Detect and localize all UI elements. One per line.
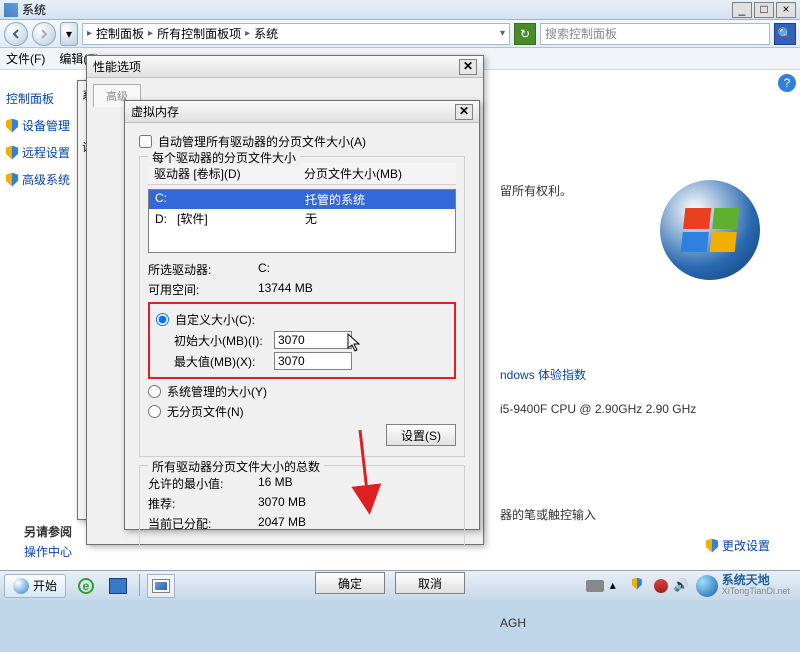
search-button[interactable]: 🔍 [774, 23, 796, 45]
search-placeholder: 搜索控制面板 [545, 25, 617, 42]
action-center-link[interactable]: 操作中心 [24, 543, 72, 560]
main-window-titlebar: 系统 _ □ × [0, 0, 800, 20]
drive-header-size: 分页文件大小(MB) [298, 163, 408, 184]
breadcrumb-seg[interactable]: 所有控制面板项 [155, 25, 243, 42]
system-icon [4, 3, 18, 17]
perf-dialog-close[interactable]: ✕ [459, 59, 477, 75]
chevron-icon: ▸ [245, 28, 250, 39]
max-size-label: 最大值(MB)(X): [174, 353, 274, 370]
menu-file[interactable]: 文件(F) [6, 50, 45, 67]
custom-size-label: 自定义大小(C): [175, 311, 255, 328]
start-orb-icon [13, 578, 29, 594]
sidelink-device-manager[interactable]: 设备管理 [6, 117, 84, 134]
recommended-value: 3070 MB [258, 495, 306, 512]
close-button[interactable]: × [776, 2, 796, 18]
globe-icon [696, 575, 718, 597]
system-managed-radio[interactable] [148, 385, 161, 398]
start-label: 开始 [33, 577, 57, 594]
drive-row[interactable]: C: 托管的系统 [149, 190, 455, 209]
selected-drive-label: 所选驱动器: [148, 261, 258, 278]
recommended-label: 推荐: [148, 495, 258, 512]
navigation-bar: ▾ ▸ 控制面板 ▸ 所有控制面板项 ▸ 系统 ▾ ↻ 搜索控制面板 🔍 [0, 20, 800, 48]
auto-manage-label: 自动管理所有驱动器的分页文件大小(A) [158, 133, 366, 150]
tray-network-icon[interactable] [654, 579, 668, 593]
vm-cancel-button[interactable]: 取消 [395, 572, 465, 594]
totals-group-label: 所有驱动器分页文件大小的总数 [148, 458, 324, 475]
minimize-button[interactable]: _ [732, 2, 752, 18]
tray-keyboard-icon[interactable] [586, 580, 604, 592]
auto-manage-checkbox[interactable] [139, 135, 152, 148]
agh-text: AGH [500, 616, 696, 634]
drive-list[interactable]: C: 托管的系统 D: [软件] 无 [148, 189, 456, 253]
wei-text: ndows 体验指数 [500, 366, 696, 384]
current-alloc-value: 2047 MB [258, 515, 306, 532]
main-window-title: 系统 [22, 1, 732, 18]
vm-dialog-title: 虚拟内存 [131, 103, 455, 120]
chevron-down-icon[interactable]: ▾ [500, 28, 505, 39]
virtual-memory-dialog: 虚拟内存 ✕ 自动管理所有驱动器的分页文件大小(A) 每个驱动器的分页文件大小 … [124, 100, 480, 530]
max-size-input[interactable] [274, 352, 352, 370]
sidelink-control-panel[interactable]: 控制面板 [6, 90, 84, 107]
drive-row[interactable]: D: [软件] 无 [149, 209, 455, 228]
shield-icon [6, 173, 18, 187]
perf-dialog-titlebar: 性能选项 ✕ [87, 56, 483, 78]
vm-ok-button[interactable]: 确定 [315, 572, 385, 594]
forward-button[interactable] [32, 22, 56, 46]
tray-volume-icon[interactable]: 🔊 [674, 578, 690, 594]
drive-header-drive: 驱动器 [卷标](D) [148, 163, 298, 184]
system-tray: ▴ 🔊 系统天地 XiTongTianDi.net [586, 575, 796, 597]
history-dropdown[interactable]: ▾ [60, 22, 78, 46]
back-button[interactable] [4, 22, 28, 46]
pen-text: 器的笔或触控输入 [500, 506, 696, 524]
shield-icon [706, 539, 718, 553]
selected-drive-value: C: [258, 261, 270, 278]
system-managed-label: 系统管理的大小(Y) [167, 383, 267, 400]
min-allowed-label: 允许的最小值: [148, 475, 258, 492]
initial-size-input[interactable] [274, 331, 352, 349]
custom-size-highlight: 自定义大小(C): 初始大小(MB)(I): 最大值(MB)(X): [148, 302, 456, 379]
breadcrumb[interactable]: ▸ 控制面板 ▸ 所有控制面板项 ▸ 系统 ▾ [82, 23, 510, 45]
initial-size-label: 初始大小(MB)(I): [174, 332, 274, 349]
watermark-brand: 系统天地 XiTongTianDi.net [696, 575, 790, 597]
breadcrumb-seg[interactable]: 控制面板 [94, 25, 146, 42]
taskbar-browser-icon[interactable]: e [72, 574, 100, 598]
current-alloc-label: 当前已分配: [148, 515, 258, 532]
change-settings-link[interactable]: 更改设置 [706, 537, 770, 554]
min-allowed-value: 16 MB [258, 475, 293, 492]
sidelink-advanced-system[interactable]: 高级系统 [6, 171, 84, 188]
sidelink-remote-settings[interactable]: 远程设置 [6, 144, 84, 161]
see-also-heading: 另请参阅 [24, 523, 72, 540]
drives-group-label: 每个驱动器的分页文件大小 [148, 149, 300, 166]
set-button[interactable]: 设置(S) [386, 424, 456, 446]
start-button[interactable]: 开始 [4, 574, 66, 598]
chevron-icon: ▸ [148, 28, 153, 39]
no-paging-radio[interactable] [148, 405, 161, 418]
vm-dialog-close[interactable]: ✕ [455, 104, 473, 120]
chevron-icon: ▸ [87, 28, 92, 39]
no-paging-label: 无分页文件(N) [167, 403, 244, 420]
maximize-button[interactable]: □ [754, 2, 774, 18]
vm-dialog-titlebar: 虚拟内存 ✕ [125, 101, 479, 123]
cpu-text: i5-9400F CPU @ 2.90GHz 2.90 GHz [500, 402, 696, 420]
tray-up-icon[interactable]: ▴ [610, 578, 626, 594]
breadcrumb-seg[interactable]: 系统 [252, 25, 280, 42]
rights-text: 留所有权利。 [500, 182, 696, 200]
avail-space-value: 13744 MB [258, 281, 313, 298]
search-input[interactable]: 搜索控制面板 [540, 23, 770, 45]
help-button[interactable]: ? [778, 74, 796, 92]
perf-dialog-title: 性能选项 [93, 58, 459, 75]
tray-flag-icon[interactable] [632, 578, 648, 594]
custom-size-radio[interactable] [156, 313, 169, 326]
refresh-button[interactable]: ↻ [514, 23, 536, 45]
avail-space-label: 可用空间: [148, 281, 258, 298]
shield-icon [6, 146, 18, 160]
shield-icon [6, 119, 18, 133]
